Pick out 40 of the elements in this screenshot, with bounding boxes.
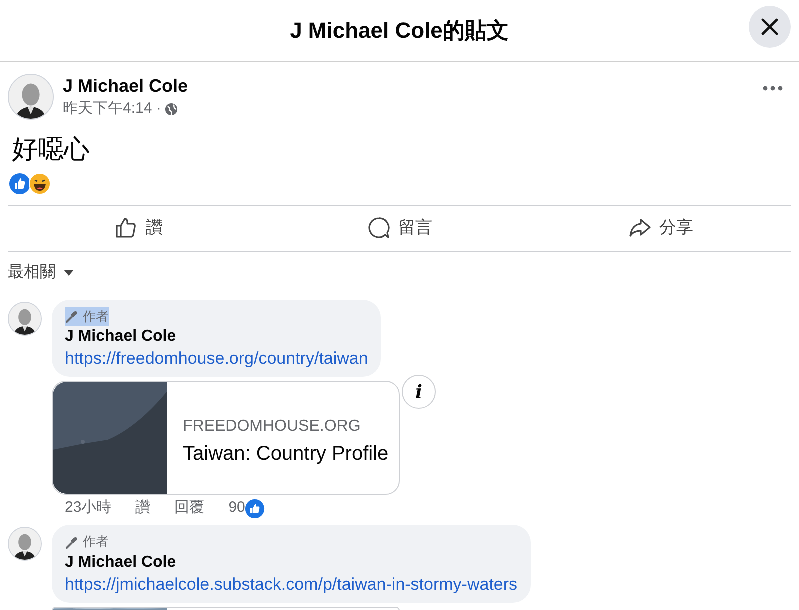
like-reaction-icon <box>245 498 266 518</box>
more-icon <box>763 86 783 91</box>
sort-dropdown[interactable]: 最相關 <box>0 252 82 284</box>
link[interactable]: https://freedomhouse.org/country/taiwan <box>65 348 368 370</box>
close-button[interactable] <box>749 6 791 48</box>
share-button[interactable]: 分享 <box>530 206 791 250</box>
comment-button[interactable]: 留言 <box>269 206 530 250</box>
post-time[interactable]: 昨天下午4:14 · <box>63 98 162 120</box>
close-icon <box>761 18 779 36</box>
author-name[interactable]: J Michael Cole <box>63 74 188 98</box>
link-preview-card[interactable] <box>52 606 400 610</box>
link-title: Taiwan: Country Profile <box>183 442 389 467</box>
avatar-icon <box>9 302 41 334</box>
more-options-button[interactable] <box>763 86 783 91</box>
link-preview-card[interactable]: FREEDOMHOUSE.ORG Taiwan: Country Profile <box>52 381 400 495</box>
microphone-icon <box>65 309 79 324</box>
avatar-icon <box>9 528 41 560</box>
speech-bubble-icon <box>366 216 390 240</box>
link-source: FREEDOMHOUSE.ORG <box>183 417 362 437</box>
reply-link[interactable]: 回覆 <box>174 497 205 520</box>
comment-age: 23小時 <box>65 498 112 518</box>
like-button[interactable]: 讚 <box>8 206 269 250</box>
avatar-icon <box>9 75 53 120</box>
microphone-icon <box>65 534 79 549</box>
caret-icon <box>64 270 74 276</box>
thumbs-up-icon <box>114 216 138 240</box>
like-count: 90 <box>228 498 246 518</box>
share-arrow-icon <box>628 216 652 240</box>
info-button[interactable]: i <box>402 375 436 409</box>
like-link[interactable]: 讚 <box>136 497 151 520</box>
globe-icon <box>165 102 178 116</box>
like-reaction-icon <box>9 173 31 195</box>
post-text: 好噁心 <box>11 132 91 164</box>
author-label: 作者 <box>65 306 109 326</box>
window-title: J Michael Cole的貼文 <box>290 17 509 45</box>
comment-author[interactable]: J Michael Cole <box>65 552 518 574</box>
author-label: 作者 <box>65 532 109 552</box>
comment-author[interactable]: J Michael Cole <box>65 326 368 348</box>
link[interactable]: https://jmichaelcole.substack.com/p/taiwan-in-stormy-waters <box>65 574 518 596</box>
laughing-reaction-icon <box>29 173 51 195</box>
